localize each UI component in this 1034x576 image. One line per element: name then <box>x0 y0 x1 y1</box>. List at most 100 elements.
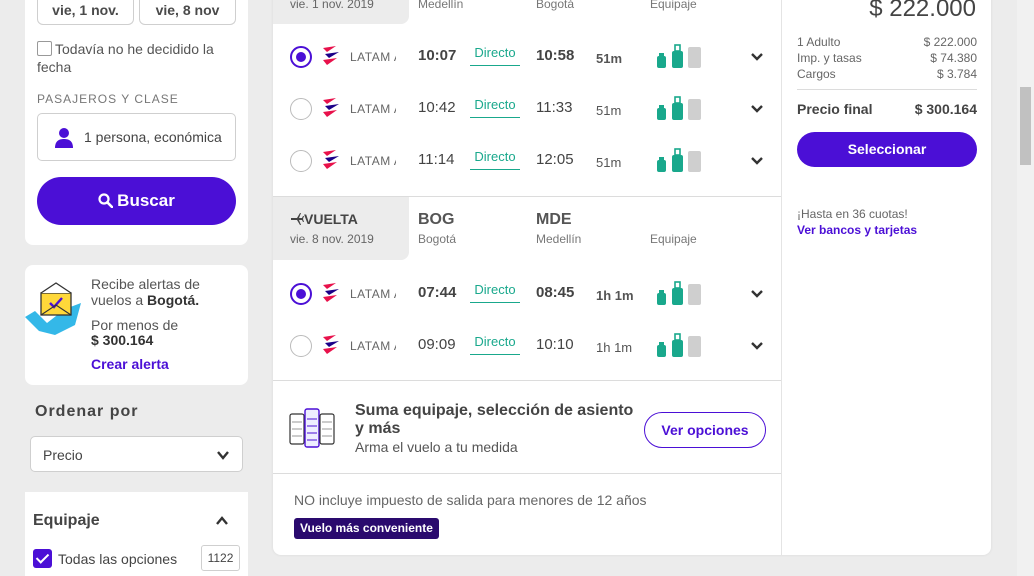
alert-price: $ 300.164 <box>91 332 154 348</box>
final-price-line: Precio final $ 300.164 <box>797 101 977 117</box>
undecided-label: Todavía no he decidido la fecha <box>37 41 214 75</box>
seat-map-icon <box>289 408 335 448</box>
taxes-line: Imp. y tasas $ 74.380 <box>797 51 977 65</box>
flight-row[interactable]: LATAM Airlines 10:07 Directo 10:58 51m <box>273 31 781 83</box>
flight-row[interactable]: LATAM Airlines 09:09 Directo 10:10 1h 1m <box>273 320 781 372</box>
chevron-down-icon[interactable] <box>750 103 764 115</box>
alert-under-label: Por menos de <box>91 317 179 333</box>
airline-name: LATAM Airlines <box>350 102 396 116</box>
create-alert-link[interactable]: Crear alerta <box>91 356 169 372</box>
flight-row[interactable]: LATAM Airlines 10:42 Directo 11:33 51m <box>273 83 781 135</box>
stops-label[interactable]: Directo <box>470 149 520 170</box>
price-summary: $ 222.000 1 Adulto $ 222.000 Imp. y tasa… <box>781 0 991 555</box>
extras-title: Suma equipaje, selección de asiento y má… <box>355 402 634 437</box>
taxes-label: Imp. y tasas <box>797 51 862 65</box>
search-button-label: Buscar <box>117 191 175 210</box>
banks-cards-link[interactable]: Ver bancos y tarjetas <box>797 223 917 237</box>
chevron-up-icon[interactable] <box>215 514 229 528</box>
return-date-field[interactable]: vie, 8 nov <box>139 0 236 25</box>
airline-name: LATAM Airlines <box>350 154 396 168</box>
departure-time: 09:09 <box>418 336 456 353</box>
flight-duration: 1h 1m <box>596 288 634 303</box>
arrival-time: 08:45 <box>536 284 575 301</box>
chevron-down-icon[interactable] <box>750 51 764 63</box>
airline-name: LATAM Airlines <box>350 50 396 64</box>
baggage-icons[interactable] <box>656 43 704 69</box>
inbound-from-code: BOG <box>418 211 455 228</box>
inbound-label: VUELTA <box>290 211 358 227</box>
adult-label: 1 Adulto <box>797 35 841 49</box>
airline-name: LATAM Airlines <box>350 339 396 353</box>
inbound-from-city: Bogotá <box>418 232 457 246</box>
stops-label[interactable]: Directo <box>470 282 520 303</box>
latam-logo-icon <box>323 46 339 65</box>
divider <box>797 89 977 90</box>
all-options-label: Todas las opciones <box>58 551 178 567</box>
latam-logo-icon <box>323 283 339 302</box>
arrival-time: 10:58 <box>536 47 575 64</box>
extras-subtitle: Arma el vuelo a tu medida <box>355 439 518 455</box>
baggage-icons[interactable] <box>656 280 704 306</box>
baggage-icons[interactable] <box>656 95 704 121</box>
chevron-down-icon[interactable] <box>750 340 764 352</box>
departure-time: 07:44 <box>418 284 457 301</box>
stops-label[interactable]: Directo <box>470 97 520 118</box>
departure-time: 10:07 <box>418 47 457 64</box>
flight-radio[interactable] <box>290 46 312 68</box>
undecided-date-option[interactable]: Todavía no he decidido la fecha <box>37 40 237 76</box>
flight-radio[interactable] <box>290 150 312 172</box>
charges-value: $ 3.784 <box>936 67 977 81</box>
passengers-field[interactable]: 1 persona, económica <box>37 113 236 161</box>
extras-banner: Suma equipaje, selección de asiento y má… <box>273 380 781 473</box>
flight-row[interactable]: LATAM Airlines 11:14 Directo 12:05 51m <box>273 135 781 187</box>
select-button[interactable]: Seleccionar <box>797 132 977 167</box>
all-options-filter[interactable]: Todas las opciones <box>33 549 177 568</box>
arrival-time: 12:05 <box>536 151 574 168</box>
price-alert-card: Recibe alertas de vuelos a Bogotá. Por m… <box>25 265 248 385</box>
search-button[interactable]: Buscar <box>37 177 236 225</box>
flight-radio[interactable] <box>290 283 312 305</box>
inbound-baggage-label: Equipaje <box>650 232 697 246</box>
undecided-checkbox[interactable] <box>37 41 52 56</box>
flight-radio[interactable] <box>290 98 312 120</box>
pax-section-title: PASAJEROS Y CLASE <box>37 92 179 106</box>
order-by-value: Precio <box>43 447 83 463</box>
baggage-icons[interactable] <box>656 147 704 173</box>
stops-label[interactable]: Directo <box>470 334 520 355</box>
alert-envelope-icon <box>25 282 81 335</box>
stops-label[interactable]: Directo <box>470 45 520 66</box>
taxes-value: $ 74.380 <box>930 51 977 65</box>
latam-logo-icon <box>323 98 339 117</box>
outbound-tab: vie. 1 nov. 2019 <box>273 0 409 24</box>
departure-time: 11:14 <box>418 151 455 168</box>
final-value: $ 300.164 <box>914 101 977 117</box>
chevron-down-icon[interactable] <box>750 155 764 167</box>
search-panel: vie, 1 nov. vie, 8 nov Todavía no he dec… <box>25 0 248 245</box>
arrival-time: 10:10 <box>536 336 574 353</box>
adult-price-line: 1 Adulto $ 222.000 <box>797 35 977 49</box>
all-options-checkbox[interactable] <box>33 549 52 568</box>
depart-date-field[interactable]: vie, 1 nov. <box>37 0 134 25</box>
search-icon <box>98 193 114 209</box>
latam-logo-icon <box>323 150 339 169</box>
charges-label: Cargos <box>797 67 836 81</box>
baggage-icons[interactable] <box>656 332 704 358</box>
order-by-select[interactable]: Precio <box>30 436 243 472</box>
chevron-down-icon[interactable] <box>750 288 764 300</box>
baggage-filter-title: Equipaje <box>33 512 100 529</box>
flight-radio[interactable] <box>290 335 312 357</box>
plane-icon <box>291 213 304 225</box>
tax-notice: NO incluye impuesto de salida para menor… <box>294 492 647 508</box>
inbound-to-city: Medellín <box>536 232 582 246</box>
scrollbar-thumb[interactable] <box>1020 87 1031 165</box>
flight-duration: 51m <box>596 51 623 66</box>
divider <box>273 473 781 474</box>
person-icon <box>55 128 73 148</box>
view-options-button[interactable]: Ver opciones <box>644 412 766 448</box>
chevron-down-icon <box>217 451 229 460</box>
installments-text: ¡Hasta en 36 cuotas! <box>797 207 908 221</box>
arrival-time: 11:33 <box>536 99 573 116</box>
alert-message: Recibe alertas de vuelos a Bogotá. <box>91 276 241 308</box>
outbound-date: vie. 1 nov. 2019 <box>290 0 374 11</box>
flight-row[interactable]: LATAM Airlines 07:44 Directo 08:45 1h 1m <box>273 268 781 320</box>
